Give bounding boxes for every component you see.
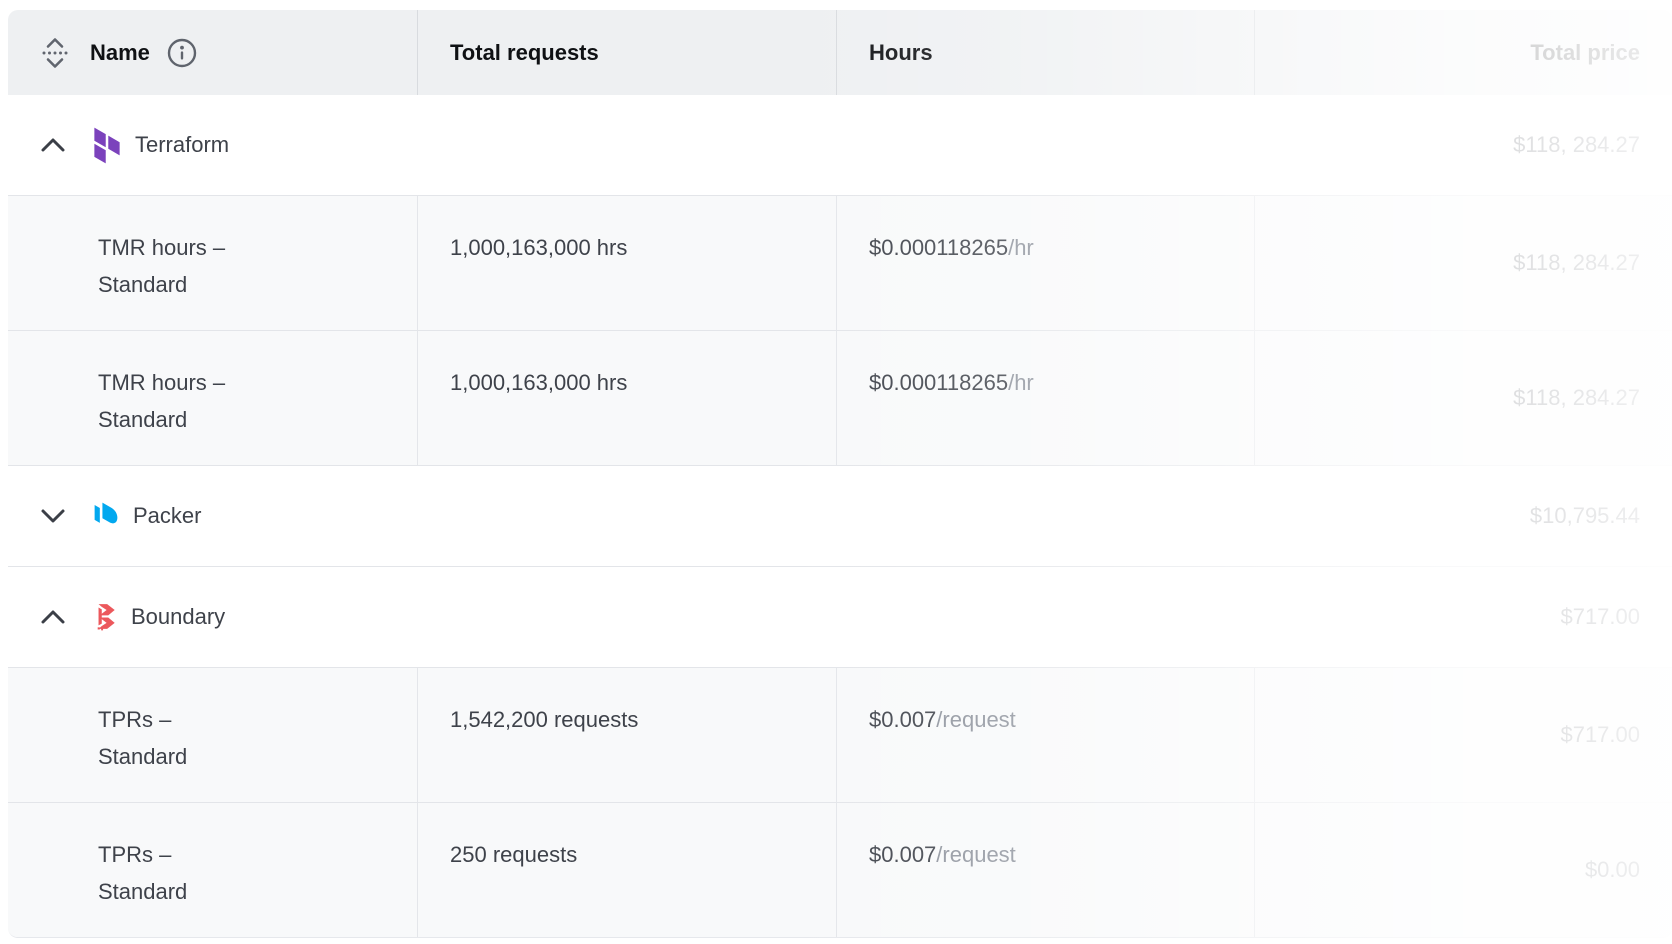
item-rate: $0.000118265 bbox=[869, 370, 1008, 395]
item-total-requests-cell: 250 requests bbox=[417, 803, 836, 937]
item-name-line2: Standard bbox=[98, 738, 385, 775]
item-rate-unit: /request bbox=[936, 842, 1016, 867]
group-empty-cell bbox=[836, 466, 1254, 566]
item-rate-unit: /request bbox=[936, 707, 1016, 732]
collapse-chevron-up-icon[interactable] bbox=[40, 137, 66, 153]
item-rate-unit: /hr bbox=[1008, 235, 1034, 260]
terraform-logo-icon bbox=[93, 127, 121, 164]
column-header-name: Name bbox=[8, 10, 417, 95]
item-rate-unit: /hr bbox=[1008, 370, 1034, 395]
column-header-total-requests: Total requests bbox=[417, 10, 836, 95]
item-name-line2: Standard bbox=[98, 266, 385, 303]
group-label: Terraform bbox=[135, 132, 229, 158]
group-row-boundary: Boundary $717.00 bbox=[8, 566, 1672, 667]
packer-logo-icon bbox=[93, 501, 119, 531]
item-name-line1: TPRs – bbox=[98, 701, 385, 738]
group-total-price: $717.00 bbox=[1254, 567, 1672, 667]
item-rate-cell: $0.000118265/hr bbox=[836, 331, 1254, 465]
item-total-price: $717.00 bbox=[1254, 668, 1672, 802]
group-row-terraform: Terraform $118, 284.27 bbox=[8, 95, 1672, 195]
item-rate-cell: $0.000118265/hr bbox=[836, 196, 1254, 330]
group-total-price: $10,795.44 bbox=[1254, 466, 1672, 566]
item-name-line2: Standard bbox=[98, 873, 385, 910]
group-total-price: $118, 284.27 bbox=[1254, 95, 1672, 195]
item-name-line1: TPRs – bbox=[98, 836, 385, 873]
group-empty-cell bbox=[417, 567, 836, 667]
group-label: Boundary bbox=[131, 604, 225, 630]
item-total-requests-cell: 1,000,163,000 hrs bbox=[417, 331, 836, 465]
item-row: TMR hours – Standard 1,000,163,000 hrs $… bbox=[8, 330, 1672, 465]
expand-chevron-down-icon[interactable] bbox=[40, 508, 66, 524]
item-name-cell: TPRs – Standard bbox=[8, 803, 417, 937]
group-empty-cell bbox=[836, 95, 1254, 195]
item-total-requests-cell: 1,542,200 requests bbox=[417, 668, 836, 802]
group-empty-cell bbox=[836, 567, 1254, 667]
collapse-chevron-up-icon[interactable] bbox=[40, 609, 66, 625]
table-header-row: Name Total requests Hours Total price bbox=[8, 10, 1672, 95]
item-total-requests-cell: 1,000,163,000 hrs bbox=[417, 196, 836, 330]
item-name-line1: TMR hours – bbox=[98, 229, 385, 266]
group-empty-cell bbox=[417, 95, 836, 195]
group-name-cell[interactable]: Terraform bbox=[8, 95, 417, 195]
item-name-cell: TMR hours – Standard bbox=[8, 331, 417, 465]
group-label: Packer bbox=[133, 503, 201, 529]
usage-pricing-table: Name Total requests Hours Total price bbox=[8, 10, 1672, 938]
item-rate: $0.007 bbox=[869, 707, 936, 732]
item-rate: $0.007 bbox=[869, 842, 936, 867]
item-rate-cell: $0.007/request bbox=[836, 668, 1254, 802]
item-total-price: $118, 284.27 bbox=[1254, 331, 1672, 465]
group-name-cell[interactable]: Boundary bbox=[8, 567, 417, 667]
group-name-cell[interactable]: Packer bbox=[8, 466, 417, 566]
info-icon[interactable] bbox=[166, 37, 198, 69]
group-empty-cell bbox=[417, 466, 836, 566]
item-row: TPRs – Standard 250 requests $0.007/requ… bbox=[8, 802, 1672, 937]
item-name-cell: TPRs – Standard bbox=[8, 668, 417, 802]
item-name-line2: Standard bbox=[98, 401, 385, 438]
item-row: TMR hours – Standard 1,000,163,000 hrs $… bbox=[8, 195, 1672, 330]
column-header-name-label: Name bbox=[90, 40, 150, 66]
column-header-total-price: Total price bbox=[1254, 10, 1672, 95]
item-name-cell: TMR hours – Standard bbox=[8, 196, 417, 330]
group-row-packer: Packer $10,795.44 bbox=[8, 465, 1672, 566]
item-name-line1: TMR hours – bbox=[98, 364, 385, 401]
item-rate-cell: $0.007/request bbox=[836, 803, 1254, 937]
item-total-price: $118, 284.27 bbox=[1254, 196, 1672, 330]
item-row: TPRs – Standard 1,542,200 requests $0.00… bbox=[8, 667, 1672, 802]
item-total-price: $0.00 bbox=[1254, 803, 1672, 937]
sort-reorder-icon[interactable] bbox=[40, 35, 70, 71]
table-body: Terraform $118, 284.27 TMR hours – Stand… bbox=[8, 95, 1672, 937]
column-header-hours: Hours bbox=[836, 10, 1254, 95]
item-rate: $0.000118265 bbox=[869, 235, 1008, 260]
boundary-logo-icon bbox=[93, 603, 117, 631]
